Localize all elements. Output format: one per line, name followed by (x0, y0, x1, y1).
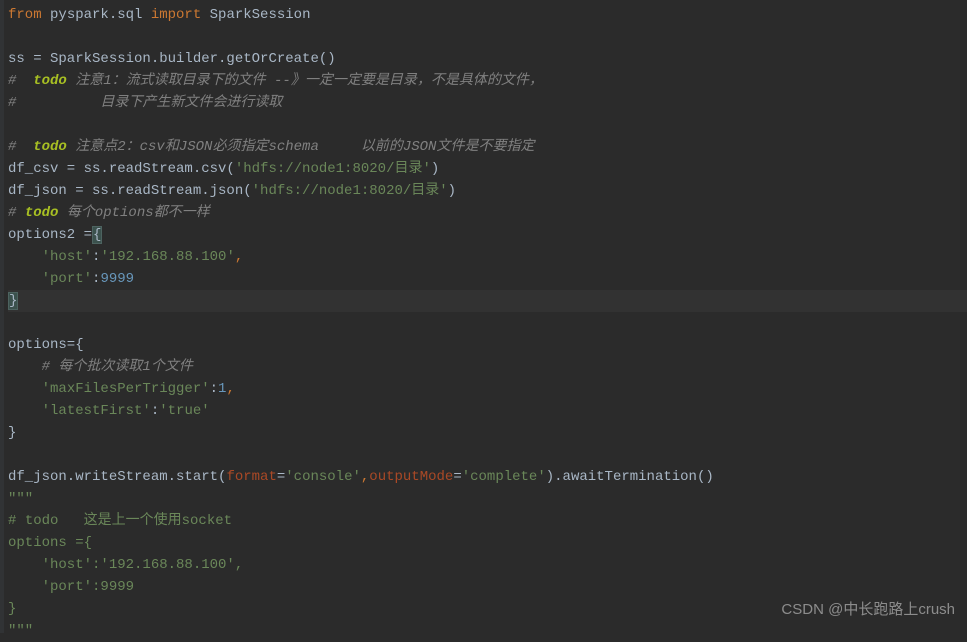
code-line[interactable]: # todo 这是上一个使用socket (8, 510, 967, 532)
kw-import: import (151, 7, 201, 23)
code-line[interactable]: 'port':9999 (8, 268, 967, 290)
comment-text: 注意1：流式读取目录下的文件 --》一定一定要是目录，不是具体的文件， (67, 73, 543, 89)
code-line[interactable]: 'host':'192.168.88.100', (8, 554, 967, 576)
code-line[interactable]: df_json = ss.readStream.json('hdfs://nod… (8, 180, 967, 202)
code-line[interactable]: df_json.writeStream.start(format='consol… (8, 466, 967, 488)
code-line[interactable]: 'latestFirst':'true' (8, 400, 967, 422)
docstring-text: options ={ (8, 535, 92, 551)
code-line[interactable]: 'port':9999 (8, 576, 967, 598)
docstring-text: } (8, 601, 16, 617)
docstring-text: 这是上一个使用socket (58, 513, 232, 529)
code-line[interactable]: 'host':'192.168.88.100', (8, 246, 967, 268)
docstring-text: 'port':9999 (8, 579, 134, 595)
colon: : (210, 381, 218, 397)
code-line[interactable]: # 每个批次读取1个文件 (8, 356, 967, 378)
statement: df_json = ss.readStream.json( (8, 183, 252, 199)
dict-value-num: 9999 (100, 271, 134, 287)
class-name: SparkSession (201, 7, 310, 23)
statement: options2 = (8, 227, 92, 243)
indent (8, 403, 42, 419)
code-editor[interactable]: from pyspark.sql import SparkSession ss … (0, 0, 967, 642)
equals: = (453, 469, 461, 485)
statement: df_csv = ss.readStream.csv( (8, 161, 235, 177)
equals: = (277, 469, 285, 485)
code-line-current[interactable]: } (8, 290, 967, 312)
kwarg-name: outputMode (369, 469, 453, 485)
comma: , (226, 381, 234, 397)
brace: } (8, 425, 16, 441)
code-line[interactable]: 'maxFilesPerTrigger':1, (8, 378, 967, 400)
indent (8, 359, 42, 375)
string-literal: 'hdfs://node1:8020/目录' (235, 161, 431, 177)
indent (8, 381, 42, 397)
brace-highlight: } (8, 292, 18, 310)
kw-from: from (8, 7, 42, 23)
docstring-text: todo (25, 513, 59, 529)
statement: ss = SparkSession.builder.getOrCreate() (8, 51, 336, 67)
comment-text: 每个options都不一样 (58, 205, 209, 221)
paren: ) (448, 183, 456, 199)
editor-gutter (0, 0, 4, 633)
todo-tag: todo (33, 139, 67, 155)
comma: , (235, 249, 243, 265)
statement: df_json.writeStream.start( (8, 469, 226, 485)
indent (8, 271, 42, 287)
docstring-delim: """ (8, 623, 33, 639)
code-line[interactable]: """ (8, 620, 967, 642)
code-line[interactable]: } (8, 598, 967, 620)
colon: : (151, 403, 159, 419)
code-line[interactable] (8, 26, 967, 48)
code-line[interactable]: """ (8, 488, 967, 510)
indent (8, 249, 42, 265)
code-line[interactable]: options={ (8, 334, 967, 356)
comment-text: 目录下产生新文件会进行读取 (16, 95, 282, 111)
dict-value-str: 'true' (159, 403, 209, 419)
statement: ).awaitTermination() (546, 469, 714, 485)
code-line[interactable] (8, 312, 967, 334)
kwarg-name: format (226, 469, 276, 485)
docstring-text: 'host':'192.168.88.100', (8, 557, 243, 573)
brace-highlight: { (92, 226, 102, 244)
docstring-text: # (8, 513, 25, 529)
string-literal: 'complete' (462, 469, 546, 485)
code-line[interactable] (8, 444, 967, 466)
code-line[interactable]: from pyspark.sql import SparkSession (8, 4, 967, 26)
code-line[interactable]: options ={ (8, 532, 967, 554)
dict-key: 'maxFilesPerTrigger' (42, 381, 210, 397)
statement: options={ (8, 337, 84, 353)
code-line[interactable]: # 目录下产生新文件会进行读取 (8, 92, 967, 114)
dict-key: 'host' (42, 249, 92, 265)
code-line[interactable]: df_csv = ss.readStream.csv('hdfs://node1… (8, 158, 967, 180)
comment-hash: # (8, 139, 33, 155)
string-literal: 'hdfs://node1:8020/目录' (252, 183, 448, 199)
comment-hash: # (8, 73, 33, 89)
paren: ) (431, 161, 439, 177)
comment-text: # 每个批次读取1个文件 (42, 359, 193, 375)
code-line[interactable]: # todo 每个options都不一样 (8, 202, 967, 224)
comment-hash: # (8, 205, 25, 221)
module-name: pyspark.sql (42, 7, 151, 23)
code-line[interactable]: # todo 注意点2：csv和JSON必须指定schema 以前的JSON文件… (8, 136, 967, 158)
code-line[interactable]: # todo 注意1：流式读取目录下的文件 --》一定一定要是目录，不是具体的文… (8, 70, 967, 92)
todo-tag: todo (33, 73, 67, 89)
code-line[interactable] (8, 114, 967, 136)
todo-tag: todo (25, 205, 59, 221)
dict-value-str: '192.168.88.100' (100, 249, 234, 265)
code-line[interactable]: ss = SparkSession.builder.getOrCreate() (8, 48, 967, 70)
docstring-delim: """ (8, 491, 33, 507)
string-literal: 'console' (285, 469, 361, 485)
comment-text: 注意点2：csv和JSON必须指定schema 以前的JSON文件是不要指定 (67, 139, 535, 155)
dict-key: 'latestFirst' (42, 403, 151, 419)
code-line[interactable]: } (8, 422, 967, 444)
dict-key: 'port' (42, 271, 92, 287)
code-line[interactable]: options2 ={ (8, 224, 967, 246)
